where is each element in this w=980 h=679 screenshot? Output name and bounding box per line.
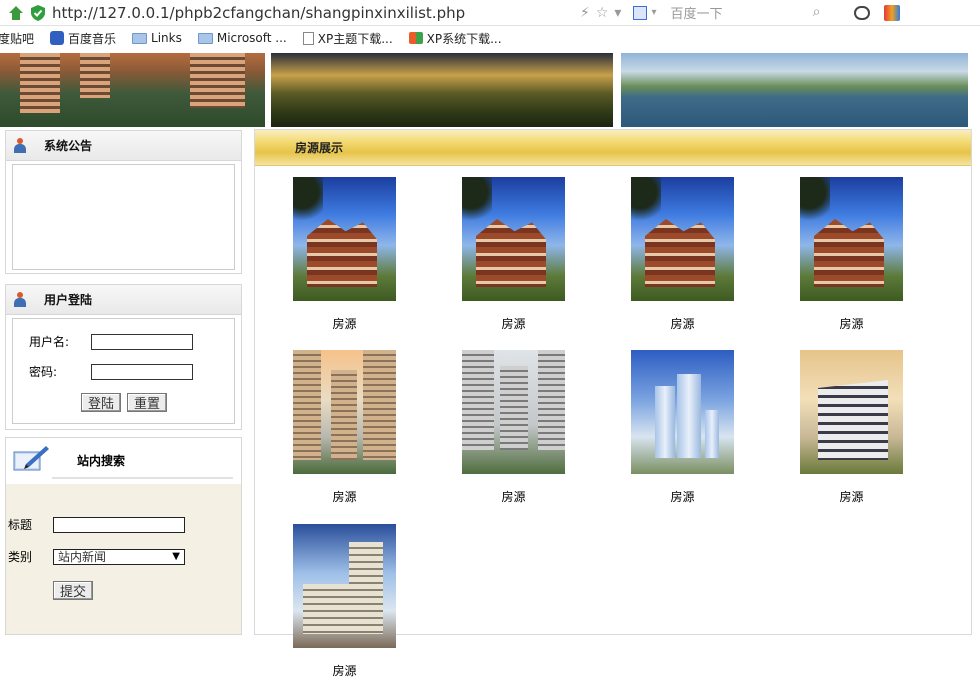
listing-caption[interactable]: 房源 xyxy=(293,488,396,505)
listing-caption[interactable]: 房源 xyxy=(293,662,396,679)
listing-title: 房源展示 xyxy=(295,141,344,155)
bookmark-microsoft[interactable]: Microsoft ... xyxy=(197,31,287,45)
notice-header: 系统公告 xyxy=(6,131,241,161)
title-input[interactable] xyxy=(53,516,185,533)
site-search-header: 站内搜索 xyxy=(6,438,241,482)
listing-card[interactable]: 房源 xyxy=(800,177,903,332)
person-icon xyxy=(14,138,26,153)
listing-image[interactable] xyxy=(631,350,734,474)
chevron-down-icon[interactable]: ▾ xyxy=(614,5,621,21)
category-select[interactable]: 站内新闻 ▼ xyxy=(53,548,185,565)
listing-image[interactable] xyxy=(293,350,396,474)
pen-icon xyxy=(13,446,49,471)
login-panel: 用户登陆 用户名: 密码: 登陆 重置 xyxy=(5,284,242,430)
folder-icon xyxy=(132,32,148,44)
home-icon[interactable] xyxy=(4,1,28,25)
person-icon xyxy=(14,292,26,307)
listing-panel: 房源展示 房源 房源 房源 房源 房源 房源 房源 房源 房源 xyxy=(254,129,972,678)
login-title: 用户登陆 xyxy=(44,293,93,307)
xp-icon xyxy=(408,32,423,44)
listing-header: 房源展示 xyxy=(255,130,971,166)
reset-button[interactable]: 重置 xyxy=(127,393,168,412)
login-header: 用户登陆 xyxy=(6,285,241,315)
security-shield-icon[interactable] xyxy=(28,1,48,25)
listing-caption[interactable]: 房源 xyxy=(293,315,396,332)
baidu-paw-icon xyxy=(50,31,65,45)
listing-card[interactable]: 房源 xyxy=(462,177,565,332)
search-engine-selector[interactable]: ▾ xyxy=(633,5,657,20)
username-label: 用户名: xyxy=(29,335,70,349)
listing-card[interactable]: 房源 xyxy=(631,350,734,505)
browser-address-bar: http://127.0.0.1/phpb2cfangchan/shangpin… xyxy=(0,0,980,26)
listing-card[interactable]: 房源 xyxy=(293,177,396,332)
site-search-title: 站内搜索 xyxy=(77,454,126,468)
listing-card[interactable]: 房源 xyxy=(293,350,396,505)
site-banner xyxy=(0,50,980,128)
title-label: 标题 xyxy=(8,518,33,532)
bookmark-baidu-music[interactable]: 百度音乐 xyxy=(50,30,116,47)
url-field[interactable]: http://127.0.0.1/phpb2cfangchan/shangpin… xyxy=(52,4,580,22)
login-form: 用户名: 密码: 登陆 重置 xyxy=(12,318,235,424)
bookmark-xp-system[interactable]: XP系统下载... xyxy=(408,30,502,47)
m-app-icon[interactable] xyxy=(884,4,901,21)
dropdown-arrow-icon: ▼ xyxy=(172,551,180,562)
lightning-icon[interactable]: ⚡ xyxy=(580,5,590,21)
divider xyxy=(52,477,233,479)
listing-image[interactable] xyxy=(800,350,903,474)
folder-icon xyxy=(197,32,213,44)
listing-card[interactable]: 房源 xyxy=(800,350,903,505)
listing-image[interactable] xyxy=(631,177,734,301)
site-search-panel: 站内搜索 标题 类别 站内新闻 ▼ 提交 xyxy=(5,437,242,635)
baidu-icon xyxy=(633,5,648,20)
bookmarks-bar: 度贴吧 百度音乐 Links Microsoft ... XP主题下载... X… xyxy=(0,26,980,50)
bookmark-links[interactable]: Links xyxy=(132,31,182,45)
notice-content xyxy=(12,164,235,270)
username-input[interactable] xyxy=(91,333,193,350)
bookmark-tieba[interactable]: 度贴吧 xyxy=(0,30,34,47)
listing-caption[interactable]: 房源 xyxy=(631,488,734,505)
listing-image[interactable] xyxy=(293,524,396,648)
listing-image[interactable] xyxy=(462,177,565,301)
search-placeholder: 百度一下 xyxy=(670,7,723,22)
search-icon[interactable]: ⌕ xyxy=(813,4,821,20)
listing-caption[interactable]: 房源 xyxy=(800,315,903,332)
listing-caption[interactable]: 房源 xyxy=(462,315,565,332)
listing-card[interactable]: 房源 xyxy=(631,177,734,332)
listing-image[interactable] xyxy=(800,177,903,301)
notice-panel: 系统公告 xyxy=(5,130,242,274)
listing-image[interactable] xyxy=(462,350,565,474)
listing-image[interactable] xyxy=(293,177,396,301)
listing-caption[interactable]: 房源 xyxy=(800,488,903,505)
browser-search-input[interactable]: 百度一下 ⌕ xyxy=(664,2,824,24)
chat-icon[interactable] xyxy=(854,5,871,20)
chevron-down-icon: ▾ xyxy=(651,7,657,18)
login-button[interactable]: 登陆 xyxy=(81,393,122,412)
banner-image-sunset-park xyxy=(271,53,613,127)
bookmark-label: XP系统下载... xyxy=(426,31,502,46)
listing-caption[interactable]: 房源 xyxy=(462,488,565,505)
bookmark-label: Microsoft ... xyxy=(216,31,287,45)
category-selected-value: 站内新闻 xyxy=(58,550,107,564)
bookmark-label: Links xyxy=(151,31,182,45)
bookmark-label: 百度音乐 xyxy=(68,31,117,46)
star-icon[interactable]: ☆ xyxy=(596,5,609,21)
page-icon xyxy=(302,31,314,45)
notice-title: 系统公告 xyxy=(44,139,93,153)
listing-card[interactable]: 房源 xyxy=(293,524,396,679)
site-search-form: 标题 类别 站内新闻 ▼ 提交 xyxy=(6,484,241,634)
category-label: 类别 xyxy=(8,550,33,564)
bookmark-xp-theme[interactable]: XP主题下载... xyxy=(302,30,393,47)
listing-caption[interactable]: 房源 xyxy=(631,315,734,332)
bookmark-label: 度贴吧 xyxy=(0,31,35,46)
banner-image-apartments xyxy=(0,53,265,127)
bookmark-label: XP主题下载... xyxy=(317,31,393,46)
submit-button[interactable]: 提交 xyxy=(53,581,94,600)
password-input[interactable] xyxy=(91,363,193,380)
password-label: 密码: xyxy=(29,365,58,379)
listing-card[interactable]: 房源 xyxy=(462,350,565,505)
banner-image-lake-city xyxy=(621,53,968,127)
